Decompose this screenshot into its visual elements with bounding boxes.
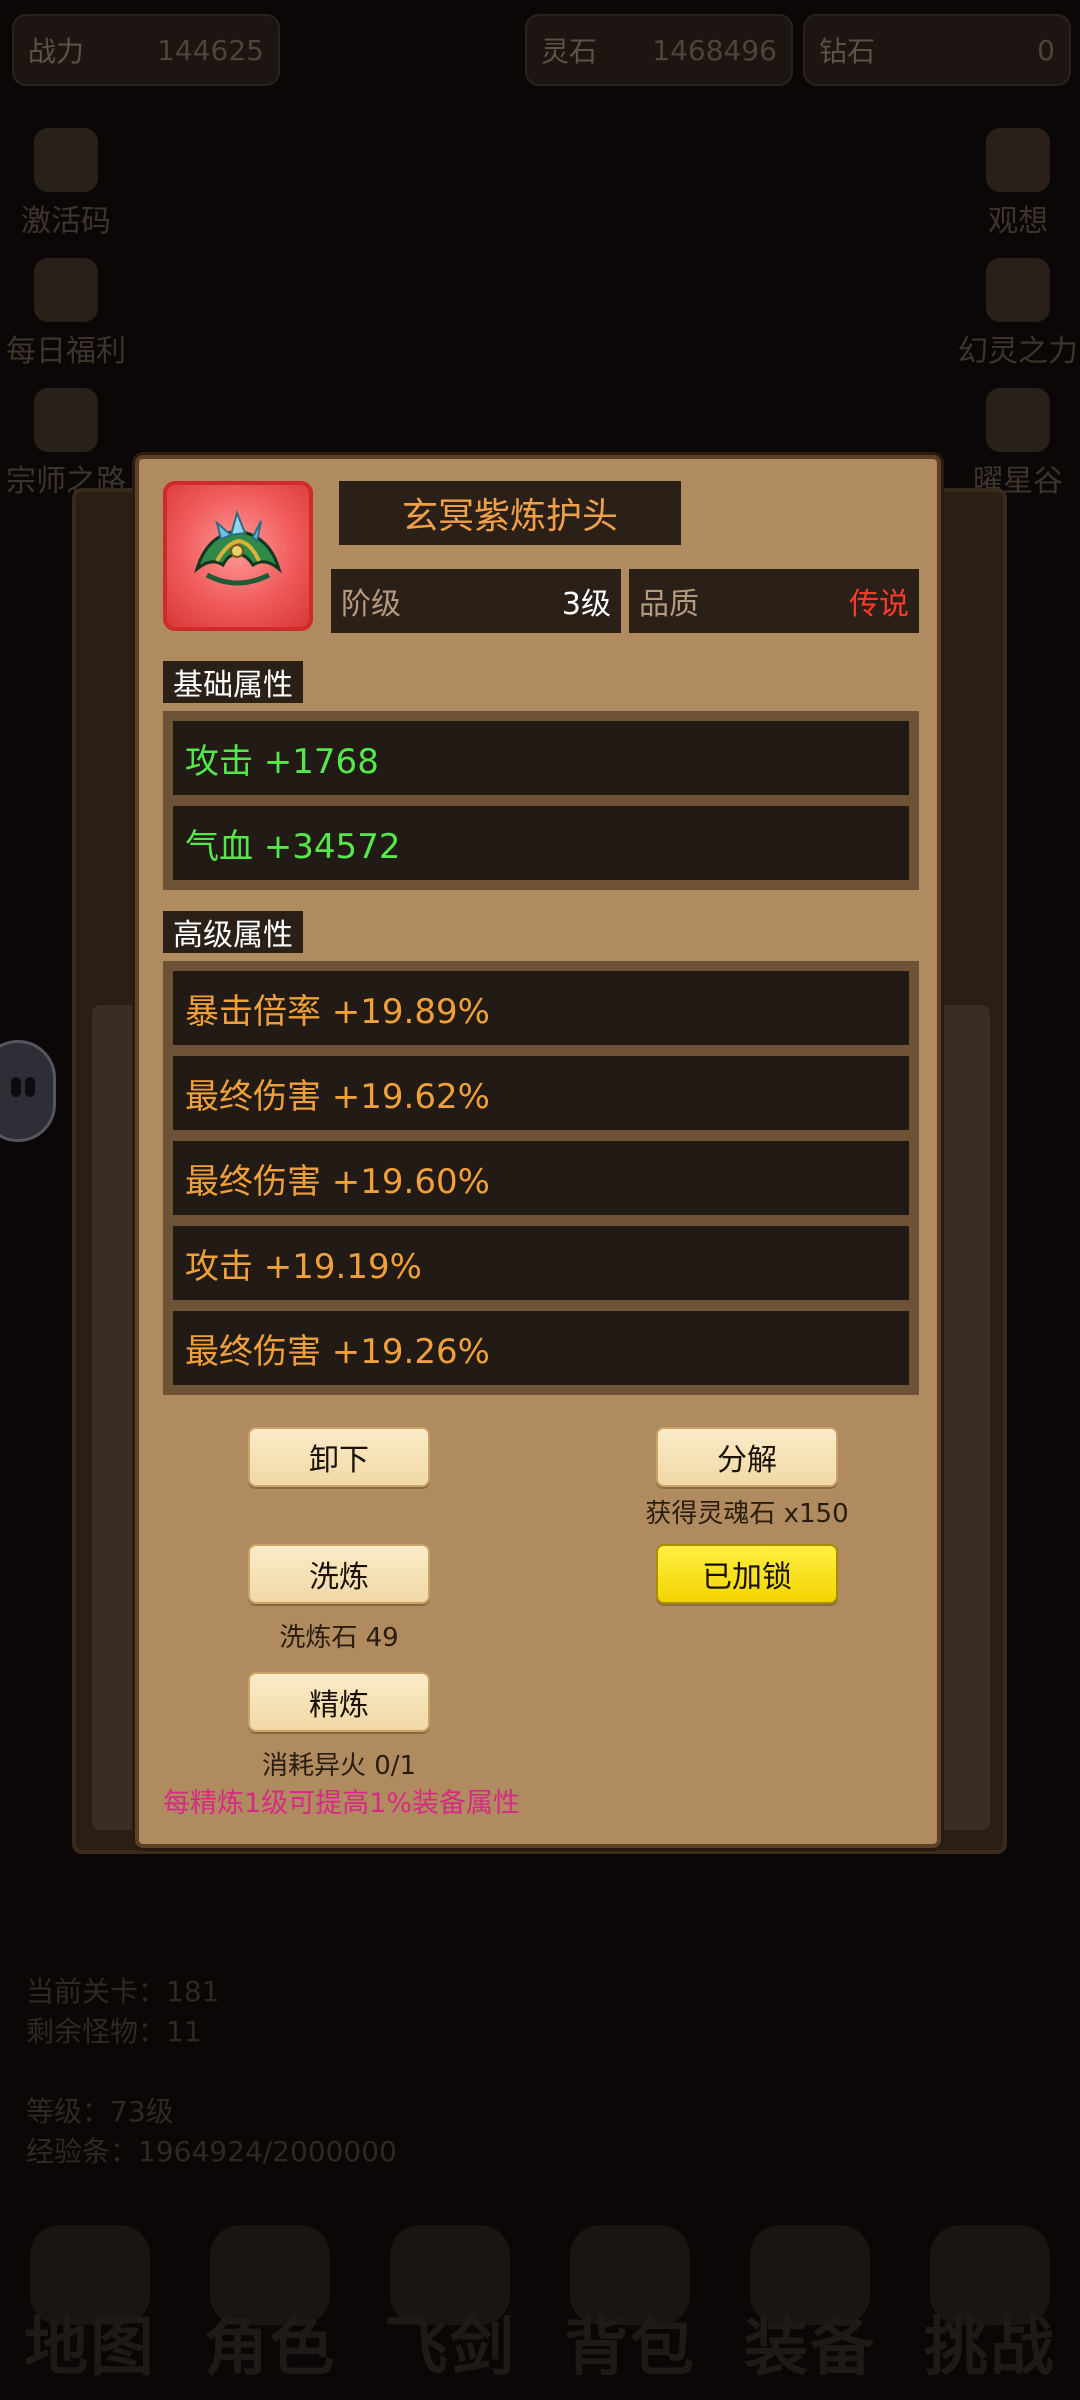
tier-label: 阶级 [341,587,401,622]
daily-welfare-entry[interactable]: 每日福利 [0,258,136,370]
nav-character[interactable]: 角色 [180,2215,360,2400]
decompose-reward-text: 获得灵魂石 x150 [645,1499,849,1529]
current-stage-text: 当前关卡：181 [26,1975,220,2008]
player-level-text: 等级：73级 [26,2095,174,2128]
advanced-attributes-title: 高级属性 [163,911,303,953]
nav-challenge-label: 挑战 [924,2311,1056,2385]
bottom-navigation: 地图 角色 飞剑 背包 装备 挑战 [0,2215,1080,2400]
spirit-stone-value: 1468496 [652,33,777,67]
player-info: 等级：73级 经验条：1964924/2000000 [26,2092,397,2172]
nav-character-label: 角色 [204,2311,336,2385]
refine-button[interactable]: 精炼 [248,1672,430,1732]
advanced-attributes-list: 暴击倍率 +19.89% 最终伤害 +19.62% 最终伤害 +19.60% 攻… [163,961,919,1395]
power-label: 战力 [28,35,85,68]
nav-backpack-label: 背包 [564,2311,696,2385]
base-attr-hp: 气血 +34572 [173,806,909,880]
welfare-icon [34,258,98,322]
advanced-attr-row: 最终伤害 +19.26% [173,1311,909,1385]
nav-equipment-label: 装备 [744,2311,876,2385]
item-name: 玄冥紫炼护头 [339,481,681,545]
base-attr-attack: 攻击 +1768 [173,721,909,795]
diamond-label: 钻石 [819,35,876,68]
activation-code-entry[interactable]: 激活码 [0,128,136,240]
nav-challenge[interactable]: 挑战 [900,2215,1080,2400]
ghost-icon [986,128,1050,192]
advanced-attr-row: 最终伤害 +19.62% [173,1056,909,1130]
visualize-entry[interactable]: 观想 [948,128,1080,240]
power-value: 144625 [157,33,264,67]
nav-backpack[interactable]: 背包 [540,2215,720,2400]
advanced-attr-row: 最终伤害 +19.60% [173,1141,909,1215]
helmet-icon [163,481,313,631]
unequip-button[interactable]: 卸下 [248,1427,430,1487]
helmet-artwork [194,509,282,586]
decompose-button[interactable]: 分解 [656,1427,838,1487]
nav-flying-sword[interactable]: 飞剑 [360,2215,540,2400]
master-path-entry[interactable]: 宗师之路 [0,388,136,500]
item-detail-dialog: 玄冥紫炼护头 阶级 3级 品质 传说 基础属性 攻击 +1768 气血 +345… [135,455,941,1848]
base-attributes-title: 基础属性 [163,661,303,703]
phantom-power-entry[interactable]: 幻灵之力 [948,258,1080,370]
star-valley-entry[interactable]: 曜星谷 [948,388,1080,500]
star-valley-icon [986,388,1050,452]
daily-welfare-label: 每日福利 [6,334,126,369]
remaining-monsters-text: 剩余怪物：11 [26,2015,202,2048]
reforge-cost-text: 洗炼石 49 [279,1623,399,1653]
diamond-value: 0 [1037,33,1055,67]
stage-info: 当前关卡：181 剩余怪物：11 [26,1972,219,2052]
potion-icon [986,258,1050,322]
spirit-stone-label: 灵石 [541,35,598,68]
scroll-icon [34,388,98,452]
nav-map[interactable]: 地图 [0,2215,180,2400]
power-display: 战力 144625 [12,14,280,86]
tier-box: 阶级 3级 [331,569,621,633]
gift-icon [34,128,98,192]
nav-equipment[interactable]: 装备 [720,2215,900,2400]
nav-map-label: 地图 [24,2311,156,2385]
floating-assistant-button[interactable] [0,1040,56,1142]
refine-tip-text: 每精炼1级可提高1%装备属性 [163,1788,521,1819]
reforge-button[interactable]: 洗炼 [248,1544,430,1604]
base-attributes-list: 攻击 +1768 气血 +34572 [163,711,919,890]
phantom-power-label: 幻灵之力 [958,334,1078,369]
quality-value: 传说 [849,587,909,622]
diamond-display: 钻石 0 [803,14,1071,86]
tier-value: 3级 [561,587,611,622]
quality-box: 品质 传说 [629,569,919,633]
refine-cost-text: 消耗异火 0/1 [261,1751,417,1781]
exp-bar-text: 经验条：1964924/2000000 [26,2135,397,2168]
nav-flying-sword-label: 飞剑 [384,2311,516,2385]
lock-button[interactable]: 已加锁 [656,1544,838,1604]
advanced-attr-row: 攻击 +19.19% [173,1226,909,1300]
visualize-label: 观想 [988,204,1048,239]
quality-label: 品质 [639,587,699,622]
spirit-stone-display: 灵石 1468496 [525,14,793,86]
activation-code-label: 激活码 [21,204,111,239]
advanced-attr-row: 暴击倍率 +19.89% [173,971,909,1045]
